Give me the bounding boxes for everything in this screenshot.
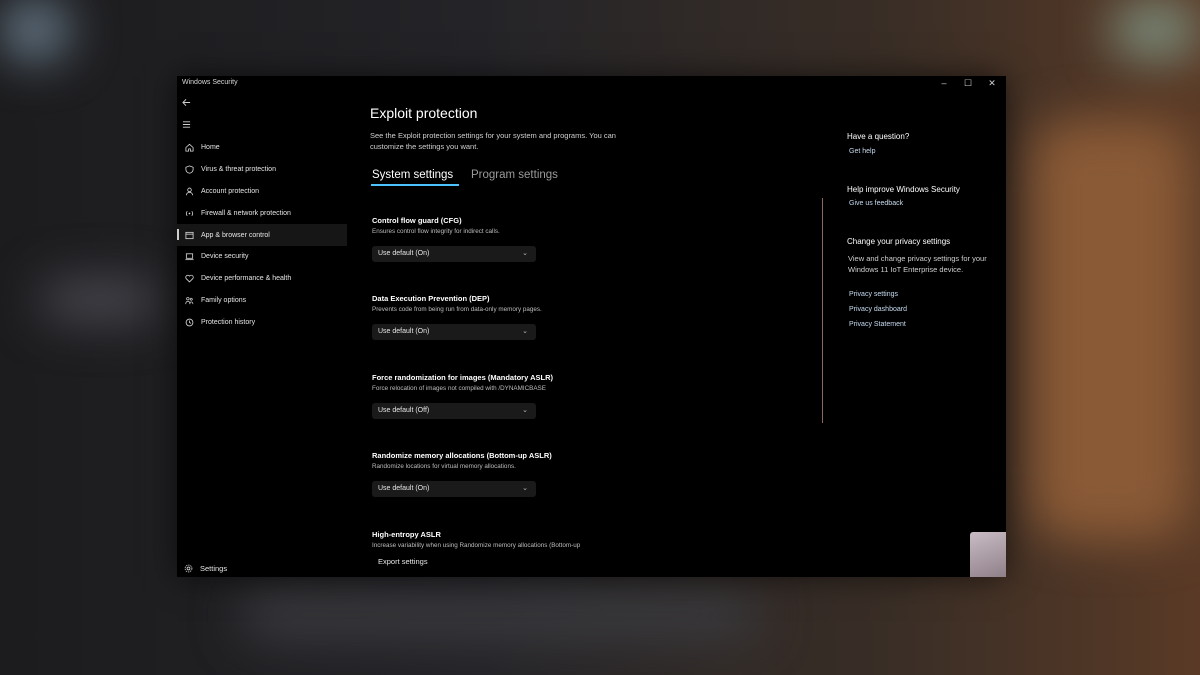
privacy-dashboard-link[interactable]: Privacy dashboard [849, 306, 907, 313]
sidebar-item-label: Device performance & health [201, 275, 292, 283]
scrollbar[interactable] [822, 198, 823, 423]
sidebar-item-label: Account protection [201, 187, 259, 195]
sidebar-item-virus-threat-protection[interactable]: Virus & threat protection [177, 159, 347, 181]
option-control-flow-guard: Control flow guard (CFG) Ensures control… [372, 216, 536, 262]
privacy-statement-link[interactable]: Privacy Statement [849, 321, 906, 328]
option-bottom-up-aslr: Randomize memory allocations (Bottom-up … [372, 451, 552, 497]
wifi-icon [184, 208, 194, 218]
tab-system-settings[interactable]: System settings [372, 169, 453, 181]
feedback-link[interactable]: Give us feedback [849, 200, 903, 207]
chevron-down-icon: ⌄ [522, 485, 528, 492]
sidebar-item-label: App & browser control [201, 231, 270, 239]
sidebar-item-settings[interactable]: Settings [177, 561, 227, 575]
tab-program-settings[interactable]: Program settings [471, 169, 558, 181]
sidebar-nav: Home Virus & threat protection Account p… [177, 137, 347, 333]
sidebar-item-home[interactable]: Home [177, 137, 347, 159]
dropdown-value: Use default (Off) [378, 407, 430, 414]
option-data-execution-prevention: Data Execution Prevention (DEP) Prevents… [372, 294, 542, 340]
privacy-settings-link[interactable]: Privacy settings [849, 291, 898, 298]
sidebar-item-family-options[interactable]: Family options [177, 290, 347, 312]
back-arrow-icon[interactable] [182, 98, 196, 110]
sidebar-item-device-performance-health[interactable]: Device performance & health [177, 268, 347, 290]
sidebar-item-label: Firewall & network protection [201, 209, 291, 217]
hamburger-icon[interactable] [182, 120, 196, 132]
cfg-dropdown[interactable]: Use default (On) ⌄ [372, 246, 536, 262]
background-blur-shape [1030, 120, 1190, 540]
home-icon [184, 143, 194, 153]
privacy-heading: Change your privacy settings [847, 237, 951, 246]
option-title: High-entropy ASLR [372, 530, 441, 539]
sidebar-item-app-browser-control[interactable]: App & browser control [177, 224, 347, 246]
option-title: Force randomization for images (Mandator… [372, 373, 553, 382]
tab-selected-underline [371, 184, 459, 186]
sidebar-item-protection-history[interactable]: Protection history [177, 311, 347, 333]
person-icon [184, 186, 194, 196]
laptop-icon [184, 252, 194, 262]
thumbnail-image [970, 532, 1006, 577]
option-mandatory-aslr: Force randomization for images (Mandator… [372, 373, 553, 419]
sidebar-item-firewall-network-protection[interactable]: Firewall & network protection [177, 202, 347, 224]
maximize-button[interactable]: ☐ [956, 76, 980, 90]
sidebar-item-label: Home [201, 144, 220, 152]
option-high-entropy-aslr: High-entropy ASLR Increase variability w… [372, 530, 580, 549]
sidebar-item-device-security[interactable]: Device security [177, 246, 347, 268]
dropdown-value: Use default (On) [378, 328, 430, 335]
sidebar-item-label: Protection history [201, 318, 256, 326]
page-description: See the Exploit protection settings for … [370, 131, 616, 151]
selection-indicator [177, 229, 179, 241]
have-question-heading: Have a question? [847, 132, 910, 141]
background-blur-shape [40, 280, 160, 320]
mandatory-aslr-dropdown[interactable]: Use default (Off) ⌄ [372, 403, 536, 419]
export-settings-link[interactable]: Export settings [378, 557, 428, 566]
app-title: Windows Security [182, 79, 238, 86]
sidebar-item-account-protection[interactable]: Account protection [177, 181, 347, 203]
shield-icon [184, 165, 194, 175]
dep-dropdown[interactable]: Use default (On) ⌄ [372, 324, 536, 340]
chevron-down-icon: ⌄ [522, 328, 528, 335]
improve-heading: Help improve Windows Security [847, 185, 960, 194]
option-description: Randomize locations for virtual memory a… [372, 463, 516, 470]
windows-security-window: Windows Security – ☐ ✕ Home Virus & thre… [177, 76, 1006, 577]
gear-icon [183, 563, 193, 573]
option-description: Prevents code from being run from data-o… [372, 306, 542, 313]
option-title: Randomize memory allocations (Bottom-up … [372, 451, 552, 460]
background-blur-shape [0, 0, 70, 60]
sidebar-item-label: Device security [201, 253, 249, 261]
get-help-link[interactable]: Get help [849, 148, 875, 155]
option-title: Data Execution Prevention (DEP) [372, 294, 490, 303]
app-window-icon [184, 230, 194, 240]
family-icon [184, 295, 194, 305]
page-title: Exploit protection [370, 105, 478, 121]
minimize-button[interactable]: – [932, 76, 956, 90]
option-description: Force relocation of images not compiled … [372, 385, 546, 392]
sidebar-item-label: Family options [201, 296, 247, 304]
dropdown-value: Use default (On) [378, 485, 430, 492]
history-icon [184, 317, 194, 327]
chevron-down-icon: ⌄ [522, 250, 528, 257]
main-content: Exploit protection See the Exploit prote… [370, 76, 823, 577]
background-blur-shape [240, 590, 760, 640]
heart-icon [184, 274, 194, 284]
close-button[interactable]: ✕ [980, 76, 1004, 90]
chevron-down-icon: ⌄ [522, 407, 528, 414]
option-description: Increase variability when using Randomiz… [372, 542, 581, 549]
option-title: Control flow guard (CFG) [372, 216, 462, 225]
bottom-up-aslr-dropdown[interactable]: Use default (On) ⌄ [372, 481, 536, 497]
dropdown-value: Use default (On) [378, 250, 430, 257]
background-blur-shape [1110, 0, 1200, 60]
settings-label: Settings [200, 563, 228, 573]
sidebar-item-label: Virus & threat protection [201, 166, 276, 174]
privacy-description: View and change privacy settings for you… [848, 254, 987, 274]
option-description: Ensures control flow integrity for indir… [372, 228, 500, 235]
